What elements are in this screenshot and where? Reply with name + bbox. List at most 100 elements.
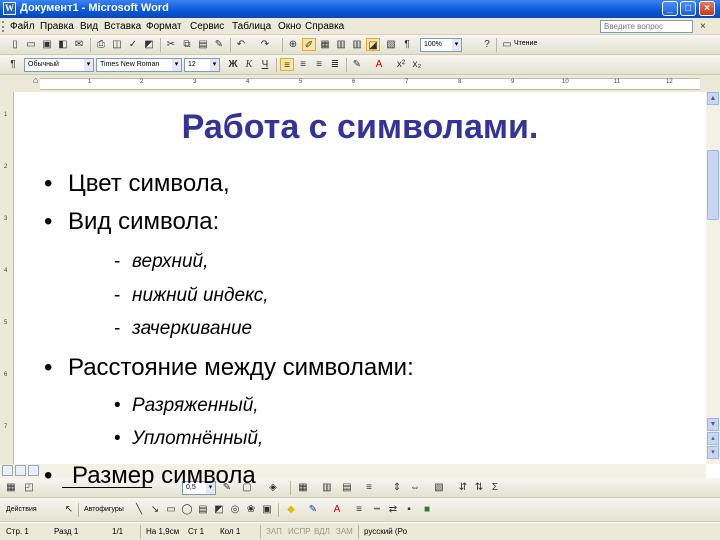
font-size-select[interactable]: 12 ▾: [184, 58, 220, 72]
status-trk[interactable]: ИСПР: [288, 527, 311, 536]
close-button[interactable]: ×: [699, 1, 715, 16]
autosum-icon[interactable]: Σ: [488, 481, 502, 494]
zoom-select[interactable]: 100% ▾: [420, 38, 462, 52]
columns-icon[interactable]: ▥: [350, 38, 364, 51]
font-select[interactable]: Times New Roman ▾: [96, 58, 182, 72]
document-close-icon[interactable]: ×: [700, 21, 706, 32]
line-icon[interactable]: ╲: [132, 503, 146, 516]
text-box-icon[interactable]: ▤: [196, 503, 210, 516]
previous-page-icon[interactable]: ▴: [707, 432, 719, 445]
print-view-icon[interactable]: [28, 465, 39, 476]
document-page[interactable]: Работа с символами. • Цвет символа, • Вид …: [14, 92, 706, 464]
tables-borders-icon[interactable]: ✐: [302, 38, 316, 51]
autoshapes-menu[interactable]: Автофигуры: [84, 506, 124, 513]
next-page-icon[interactable]: ▾: [707, 446, 719, 459]
oval-icon[interactable]: ◯: [180, 503, 194, 516]
dash-style-icon[interactable]: ┅: [370, 503, 384, 516]
bold-button[interactable]: Ж: [226, 58, 240, 71]
help-search-input[interactable]: Введите вопрос: [600, 20, 693, 33]
print-preview-icon[interactable]: ◫: [110, 38, 124, 51]
reading-layout-icon[interactable]: ▭: [500, 38, 514, 51]
select-objects-icon[interactable]: ↖: [62, 503, 76, 516]
text-direction-icon[interactable]: ⇵: [456, 481, 470, 494]
show-hide-icon[interactable]: ¶: [400, 38, 414, 51]
menu-edit[interactable]: Правка: [40, 21, 74, 32]
split-cells-icon[interactable]: ▤: [340, 481, 354, 494]
vertical-scrollbar[interactable]: ▲ ▼ ▴ ▾: [706, 92, 720, 464]
picture-icon[interactable]: ▣: [260, 503, 274, 516]
copy-icon[interactable]: ⧉: [180, 38, 194, 51]
status-ovr[interactable]: ЗАМ: [336, 527, 353, 536]
3d-style-icon[interactable]: ■: [420, 503, 434, 516]
shadow-icon[interactable]: ▪: [402, 503, 416, 516]
scroll-down-icon[interactable]: ▼: [707, 418, 719, 431]
vertical-ruler[interactable]: 1 2 3 4 5 6 7: [0, 92, 14, 464]
insert-table-icon[interactable]: ▦: [318, 38, 332, 51]
drawing-icon[interactable]: ◪: [366, 38, 380, 51]
underline-button[interactable]: Ч: [258, 58, 272, 71]
status-ext[interactable]: ВДЛ: [314, 527, 330, 536]
status-rec[interactable]: ЗАП: [266, 527, 282, 536]
line-style-icon[interactable]: ≡: [352, 503, 366, 516]
clipart-icon[interactable]: ❀: [244, 503, 258, 516]
rectangle-icon[interactable]: ▭: [164, 503, 178, 516]
merge-cells-icon[interactable]: ▥: [320, 481, 334, 494]
undo-icon[interactable]: ↶: [234, 38, 248, 51]
new-document-icon[interactable]: ▯: [8, 38, 22, 51]
eraser-icon[interactable]: ◰: [22, 481, 36, 494]
font-color-icon[interactable]: A: [372, 58, 386, 71]
menu-insert[interactable]: Вставка: [104, 21, 141, 32]
menu-window[interactable]: Окно: [278, 21, 301, 32]
autoformat-icon[interactable]: ▧: [432, 481, 446, 494]
format-painter-icon[interactable]: ✎: [212, 38, 226, 51]
arrow-style-icon[interactable]: ⇄: [386, 503, 400, 516]
diagram-icon[interactable]: ◎: [228, 503, 242, 516]
maximize-button[interactable]: □: [680, 1, 696, 16]
hyperlink-icon[interactable]: ⊕: [286, 38, 300, 51]
draw-actions-menu[interactable]: Действия: [6, 506, 37, 513]
spelling-icon[interactable]: ✓: [126, 38, 140, 51]
open-icon[interactable]: ▭: [24, 38, 38, 51]
align-right-icon[interactable]: ≡: [312, 58, 326, 71]
italic-button[interactable]: К: [242, 58, 256, 71]
menu-format[interactable]: Формат: [146, 21, 182, 32]
styles-pane-icon[interactable]: ¶: [6, 58, 20, 71]
reading-layout-label[interactable]: Чтение: [514, 40, 537, 47]
subscript-icon[interactable]: x₂: [410, 58, 424, 71]
permission-icon[interactable]: ◧: [56, 38, 70, 51]
paste-icon[interactable]: ▤: [196, 38, 210, 51]
cut-icon[interactable]: ✂: [164, 38, 178, 51]
style-select[interactable]: Обычный ▾: [24, 58, 94, 72]
menu-file[interactable]: Файл: [10, 21, 35, 32]
draw-table-icon[interactable]: ▦: [4, 481, 18, 494]
menu-help[interactable]: Справка: [305, 21, 344, 32]
normal-view-icon[interactable]: [2, 465, 13, 476]
shading-icon[interactable]: ◈: [266, 481, 280, 494]
wordart-icon[interactable]: ◩: [212, 503, 226, 516]
redo-icon[interactable]: ↷: [258, 38, 272, 51]
arrow-icon[interactable]: ↘: [148, 503, 162, 516]
menu-grip-icon[interactable]: [2, 21, 5, 32]
line-color-icon[interactable]: ✎: [306, 503, 320, 516]
indent-marker-icon[interactable]: ⌂: [33, 75, 38, 85]
scroll-thumb[interactable]: [707, 150, 719, 220]
minimize-button[interactable]: _: [662, 1, 678, 16]
web-view-icon[interactable]: [15, 465, 26, 476]
sort-icon[interactable]: ⇅: [472, 481, 486, 494]
research-icon[interactable]: ◩: [142, 38, 156, 51]
print-icon[interactable]: ⎙: [94, 38, 108, 51]
menu-tools[interactable]: Сервис: [190, 21, 224, 32]
align-center-icon[interactable]: ≡: [296, 58, 310, 71]
scroll-up-icon[interactable]: ▲: [707, 92, 719, 105]
word-icon[interactable]: W: [3, 2, 16, 15]
highlight-icon[interactable]: ✎: [350, 58, 364, 71]
menu-table[interactable]: Таблица: [232, 21, 271, 32]
distribute-rows-icon[interactable]: ⇕: [390, 481, 404, 494]
fill-color-icon[interactable]: ◆: [284, 503, 298, 516]
menu-view[interactable]: Вид: [80, 21, 98, 32]
help-icon[interactable]: ?: [480, 38, 494, 51]
justify-icon[interactable]: ≣: [328, 58, 342, 71]
align-left-icon[interactable]: ≡: [280, 58, 294, 71]
horizontal-ruler[interactable]: ⌂ 1 2 3 4 5 6 7 8 9 10 11 12: [0, 75, 720, 92]
superscript-icon[interactable]: x²: [394, 58, 408, 71]
